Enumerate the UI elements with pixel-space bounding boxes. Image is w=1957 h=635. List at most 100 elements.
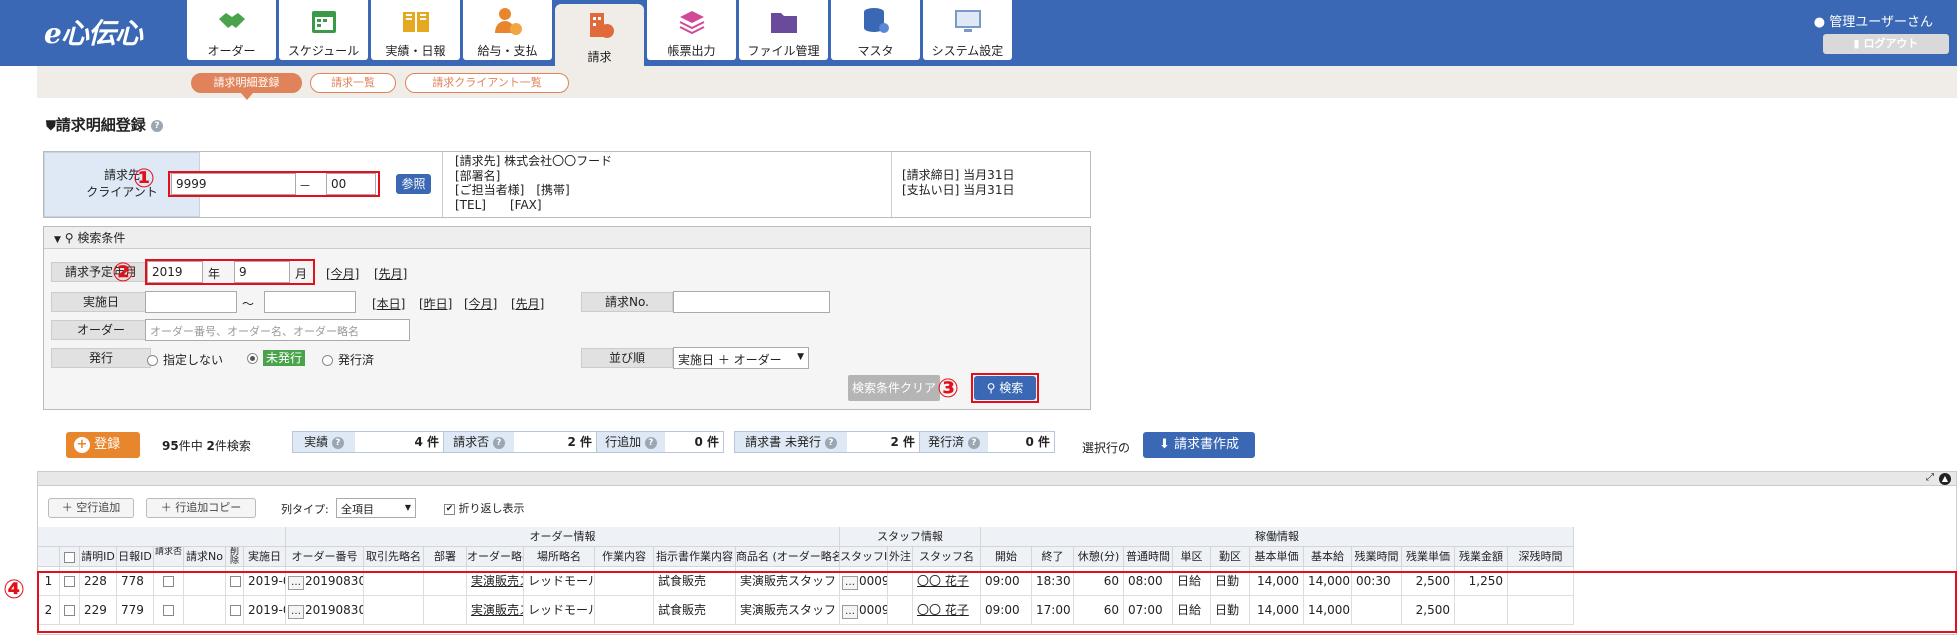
header-select-all[interactable]: [60, 547, 80, 567]
book-icon: [403, 12, 429, 32]
add-empty-row-button[interactable]: ＋ 空行追加: [48, 498, 134, 518]
column-header[interactable]: 外注: [888, 547, 913, 567]
order-input[interactable]: オーダー番号、オーダー名、オーダー略名: [145, 319, 410, 341]
search-toggle[interactable]: ▼ ⚲ 検索条件: [44, 227, 1090, 249]
client-code-input[interactable]: 9999: [171, 173, 296, 195]
download-icon: ⬇: [1158, 437, 1170, 452]
column-header[interactable]: 勤区: [1211, 547, 1250, 567]
column-header[interactable]: 削除: [226, 547, 244, 567]
link-date-this-month[interactable]: [今月]: [464, 295, 497, 312]
help-icon[interactable]: ?: [331, 436, 344, 449]
link-date-last-month[interactable]: [先月]: [511, 295, 544, 312]
column-header[interactable]: 請求No: [184, 547, 226, 567]
issue-option-none[interactable]: 指定しない: [147, 351, 223, 368]
radio-icon: [147, 355, 158, 366]
column-header[interactable]: 商品名 (オーダー略名): [736, 547, 840, 567]
copy-row-button[interactable]: ＋ 行追加コピー: [146, 498, 256, 518]
tab-payroll[interactable]: 給与・支払: [463, 0, 552, 60]
column-header[interactable]: 残業単価: [1402, 547, 1455, 567]
logout-button[interactable]: ▮ ログアウト: [1823, 34, 1949, 54]
column-header[interactable]: オーダー番号: [286, 547, 364, 567]
radio-icon: [322, 355, 333, 366]
issue-option-unissued[interactable]: 未発行: [247, 349, 306, 366]
search-button[interactable]: ⚲ 検索: [974, 376, 1036, 400]
tab-billing[interactable]: 請求: [555, 4, 644, 70]
create-invoice-button[interactable]: ⬇ 請求書作成: [1143, 432, 1255, 458]
plus-icon: ＋: [160, 501, 172, 514]
column-header[interactable]: 日報ID: [117, 547, 154, 567]
date-to-input[interactable]: [264, 291, 356, 313]
help-icon[interactable]: ?: [151, 119, 164, 132]
column-header[interactable]: スタッフ名: [913, 547, 981, 567]
column-header[interactable]: 深残時間: [1508, 547, 1574, 567]
date-from-input[interactable]: [145, 291, 237, 313]
tab-results[interactable]: 実績・日報: [371, 0, 460, 60]
column-header[interactable]: オーダー略名: [467, 547, 524, 567]
month-input[interactable]: 9: [234, 261, 290, 283]
collapse-icon[interactable]: ▲: [1939, 473, 1951, 485]
column-header[interactable]: 開始: [981, 547, 1032, 567]
link-today[interactable]: [本日]: [372, 295, 405, 312]
expand-icon[interactable]: ⤢: [1926, 472, 1934, 483]
grid-titlebar: ⤢ ▲: [38, 472, 1956, 486]
user-name[interactable]: ● 管理ユーザーさん: [1814, 11, 1933, 30]
help-icon[interactable]: ?: [644, 436, 657, 449]
column-header[interactable]: 基本単価: [1250, 547, 1304, 567]
column-header[interactable]: 実施日: [244, 547, 286, 567]
plus-circle-icon: +: [74, 437, 90, 453]
subtab-billing-clients[interactable]: 請求クライアント一覧: [405, 73, 569, 93]
column-header[interactable]: スタッフID: [840, 547, 888, 567]
summary-issued: 発行済 ? 0 件: [919, 431, 1055, 453]
divider: [442, 152, 443, 217]
calendar-icon: [312, 11, 336, 33]
issue-option-issued[interactable]: 発行済: [322, 351, 374, 368]
subtab-billing-list[interactable]: 請求一覧: [310, 73, 396, 93]
summary-added-rows: 行追加 ? 0 件: [596, 431, 724, 453]
column-header[interactable]: 残業時間: [1352, 547, 1402, 567]
clear-conditions-button[interactable]: 検索条件クリア: [848, 375, 940, 401]
tab-schedule[interactable]: スケジュール: [279, 0, 368, 60]
sum-value: 0 件: [1025, 435, 1050, 449]
column-header[interactable]: 場所略名: [524, 547, 595, 567]
column-header[interactable]: 請明ID: [80, 547, 117, 567]
column-header[interactable]: 休憩(分): [1074, 547, 1124, 567]
month-unit: 月: [295, 267, 308, 281]
tab-reports[interactable]: 帳票出力: [647, 0, 736, 60]
tab-master[interactable]: マスタ: [831, 0, 920, 60]
column-header[interactable]: 請求否: [154, 547, 184, 567]
sum-value: 4 件: [414, 435, 439, 449]
app-logo[interactable]: e心伝心: [44, 12, 143, 52]
reference-button[interactable]: 参照: [396, 174, 431, 194]
link-this-month[interactable]: [今月]: [326, 265, 359, 282]
column-header[interactable]: 普通時間: [1124, 547, 1173, 567]
column-header[interactable]: 取引先略名: [364, 547, 424, 567]
column-header[interactable]: 作業内容: [595, 547, 654, 567]
help-icon[interactable]: ?: [967, 436, 980, 449]
column-header[interactable]: 基本給: [1304, 547, 1352, 567]
column-header[interactable]: 終了: [1032, 547, 1074, 567]
help-icon[interactable]: ?: [492, 436, 505, 449]
tab-files[interactable]: ファイル管理: [739, 0, 828, 60]
link-last-month[interactable]: [先月]: [374, 265, 407, 282]
year-input[interactable]: 2019: [147, 261, 203, 283]
tab-system-settings[interactable]: システム設定: [923, 0, 1012, 60]
column-header[interactable]: 残業金額: [1455, 547, 1508, 567]
column-type-select[interactable]: 全項目 ▼: [336, 498, 416, 518]
page-title: ⛊請求明細登録 ?: [46, 114, 164, 135]
invoice-no-input[interactable]: [673, 291, 830, 313]
client-branch-input[interactable]: 00: [326, 173, 376, 195]
link-yesterday[interactable]: [昨日]: [419, 295, 452, 312]
subtab-billing-detail[interactable]: 請求明細登録: [191, 73, 302, 93]
search-icon: ⚲: [64, 231, 74, 245]
sum-label: 発行済 ?: [920, 432, 988, 452]
sort-select[interactable]: 実施日 ＋ オーダー ▼: [673, 347, 809, 369]
column-header[interactable]: 部署: [424, 547, 467, 567]
column-header[interactable]: 指示書作業内容: [654, 547, 736, 567]
column-header[interactable]: 単区: [1173, 547, 1211, 567]
tab-order[interactable]: オーダー: [187, 0, 276, 60]
sum-label: 実績 ?: [293, 432, 355, 452]
billing-dates: [請求締日] 当月31日 [支払い日] 当月31日: [902, 168, 1015, 197]
help-icon[interactable]: ?: [824, 436, 837, 449]
wrap-toggle[interactable]: ✔ 折り返し表示: [444, 500, 525, 516]
register-button[interactable]: + 登録: [66, 432, 140, 458]
